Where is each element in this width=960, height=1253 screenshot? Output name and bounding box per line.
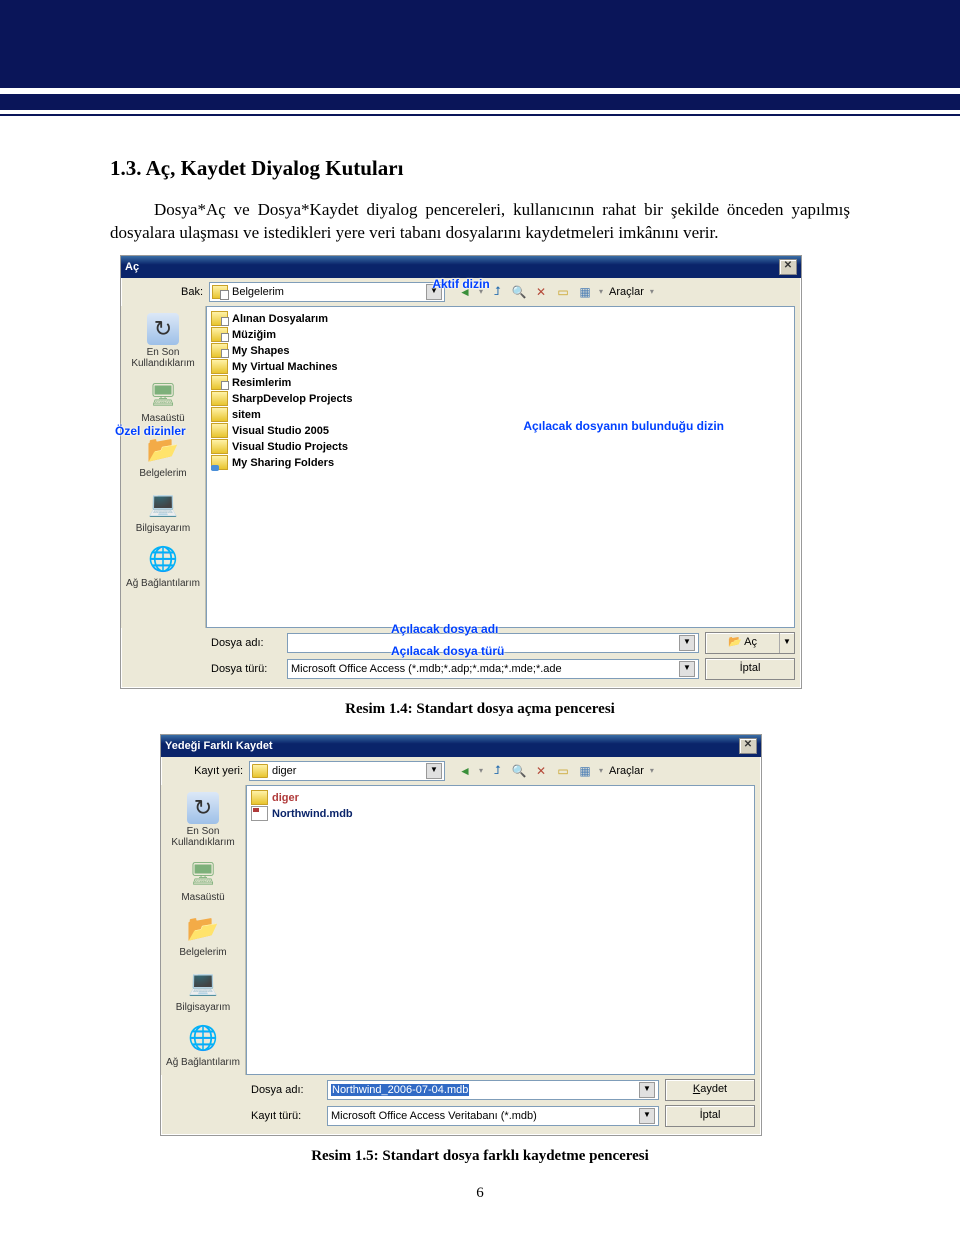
save-button[interactable]: Kaydet — [665, 1079, 755, 1101]
list-item[interactable]: My Sharing Folders — [211, 455, 790, 471]
savein-label: Kayıt yeri: — [167, 765, 243, 777]
list-item[interactable]: My Virtual Machines — [211, 359, 790, 375]
list-item[interactable]: Müziğim — [211, 327, 790, 343]
item-icon — [211, 391, 228, 406]
place-desktop[interactable]: 🖥Masaüstü — [163, 855, 243, 906]
place-mypc[interactable]: 💻Bilgisayarım — [163, 965, 243, 1016]
list-item[interactable]: Visual Studio Projects — [211, 439, 790, 455]
list-item[interactable]: Northwind.mdb — [251, 806, 750, 822]
filetype-label: Dosya türü: — [211, 663, 281, 675]
file-list[interactable]: digerNorthwind.mdb — [246, 785, 755, 1075]
open-button[interactable]: 📂 Aç▼ — [705, 632, 795, 654]
filename-input[interactable]: Northwind_2006-07-04.mdb▼ — [327, 1080, 659, 1100]
place-mydocs[interactable]: 📂Belgelerim — [163, 910, 243, 961]
search-icon[interactable]: 🔍 — [511, 284, 527, 300]
item-icon — [211, 455, 228, 470]
dialog-title: Yedeği Farklı Kaydet — [165, 740, 273, 752]
annotation-ozel-dizinler: Özel dizinler — [115, 425, 186, 438]
dialog-titlebar[interactable]: Aç ✕ — [121, 256, 801, 278]
folder-icon — [212, 285, 228, 299]
list-item[interactable]: My Shapes — [211, 343, 790, 359]
filetype-combo[interactable]: Microsoft Office Access Veritabanı (*.md… — [327, 1106, 659, 1126]
item-icon — [251, 790, 268, 805]
item-icon — [211, 343, 228, 358]
place-network[interactable]: 🌐Ağ Bağlantılarım — [163, 1020, 243, 1071]
delete-icon[interactable]: ✕ — [533, 763, 549, 779]
annotation-dosya-turu: Açılacak dosya türü — [391, 644, 504, 658]
place-recent[interactable]: ↻En Son Kullandıklarım — [163, 789, 243, 851]
dialog-titlebar[interactable]: Yedeği Farklı Kaydet ✕ — [161, 735, 761, 757]
filename-label: Dosya adı: — [251, 1084, 321, 1096]
item-icon — [211, 439, 228, 454]
filetype-label: Kayıt türü: — [251, 1110, 321, 1122]
list-item[interactable]: SharpDevelop Projects — [211, 391, 790, 407]
annotation-dizin: Açılacak dosyanın bulunduğu dizin — [523, 419, 724, 433]
list-item[interactable]: diger — [251, 790, 750, 806]
item-icon — [211, 423, 228, 438]
figure-caption-1: Resim 1.4: Standart dosya açma penceresi — [110, 701, 850, 718]
close-button[interactable]: ✕ — [779, 259, 797, 275]
up-folder-icon[interactable]: ⮥ — [489, 763, 505, 779]
place-desktop[interactable]: 🖥Masaüstü — [123, 376, 203, 427]
cancel-button[interactable]: İptal — [665, 1105, 755, 1127]
item-icon — [211, 407, 228, 422]
list-item[interactable]: Alınan Dosyalarım — [211, 311, 790, 327]
savein-value: diger — [272, 765, 422, 777]
item-icon — [211, 375, 228, 390]
lookin-value: Belgelerim — [232, 286, 422, 298]
back-icon[interactable]: ◄ — [457, 763, 473, 779]
search-icon[interactable]: 🔍 — [511, 763, 527, 779]
figure-caption-2: Resim 1.5: Standart dosya farklı kaydetm… — [110, 1148, 850, 1165]
close-button[interactable]: ✕ — [739, 738, 757, 754]
new-folder-icon[interactable]: ▭ — [555, 763, 571, 779]
folder-icon — [252, 764, 268, 778]
header-banner — [0, 0, 960, 88]
places-bar: ↻En Son Kullandıklarım🖥Masaüstü📂Belgeler… — [121, 306, 206, 628]
place-network[interactable]: 🌐Ağ Bağlantılarım — [123, 541, 203, 592]
savein-combo[interactable]: diger ▼ — [249, 761, 445, 781]
dialog-title: Aç — [125, 261, 139, 273]
item-icon — [211, 359, 228, 374]
list-item[interactable]: Resimlerim — [211, 375, 790, 391]
places-bar: ↻En Son Kullandıklarım🖥Masaüstü📂Belgeler… — [161, 785, 246, 1075]
place-recent[interactable]: ↻En Son Kullandıklarım — [123, 310, 203, 372]
lookin-combo[interactable]: Belgelerim ▼ — [209, 282, 445, 302]
section-paragraph: Dosya*Aç ve Dosya*Kaydet diyalog pencere… — [110, 199, 850, 245]
item-icon — [211, 327, 228, 342]
header-banner-strip — [0, 94, 960, 110]
page-number: 6 — [110, 1185, 850, 1202]
views-icon[interactable]: ▦ — [577, 284, 593, 300]
cancel-button[interactable]: İptal — [705, 658, 795, 680]
item-icon — [251, 806, 268, 821]
filetype-combo[interactable]: Microsoft Office Access (*.mdb;*.adp;*.m… — [287, 659, 699, 679]
annotation-aktif-dizin: Aktif dizin — [432, 277, 489, 291]
views-icon[interactable]: ▦ — [577, 763, 593, 779]
tools-menu[interactable]: Araçlar — [609, 765, 644, 777]
filename-label: Dosya adı: — [211, 637, 281, 649]
dropdown-arrow-icon[interactable]: ▼ — [426, 763, 442, 779]
place-mypc[interactable]: 💻Bilgisayarım — [123, 486, 203, 537]
file-list[interactable]: Açılacak dosyanın bulunduğu dizin Alınan… — [206, 306, 795, 628]
section-heading: 1.3. Aç, Kaydet Diyalog Kutuları — [110, 156, 850, 181]
annotation-dosya-adi: Açılacak dosya adı — [391, 622, 498, 636]
up-folder-icon[interactable]: ⮥ — [489, 284, 505, 300]
item-icon — [211, 311, 228, 326]
delete-icon[interactable]: ✕ — [533, 284, 549, 300]
place-mydocs[interactable]: 📂Belgelerim — [123, 431, 203, 482]
lookin-label: Bak: — [127, 286, 203, 298]
new-folder-icon[interactable]: ▭ — [555, 284, 571, 300]
tools-menu[interactable]: Araçlar — [609, 286, 644, 298]
